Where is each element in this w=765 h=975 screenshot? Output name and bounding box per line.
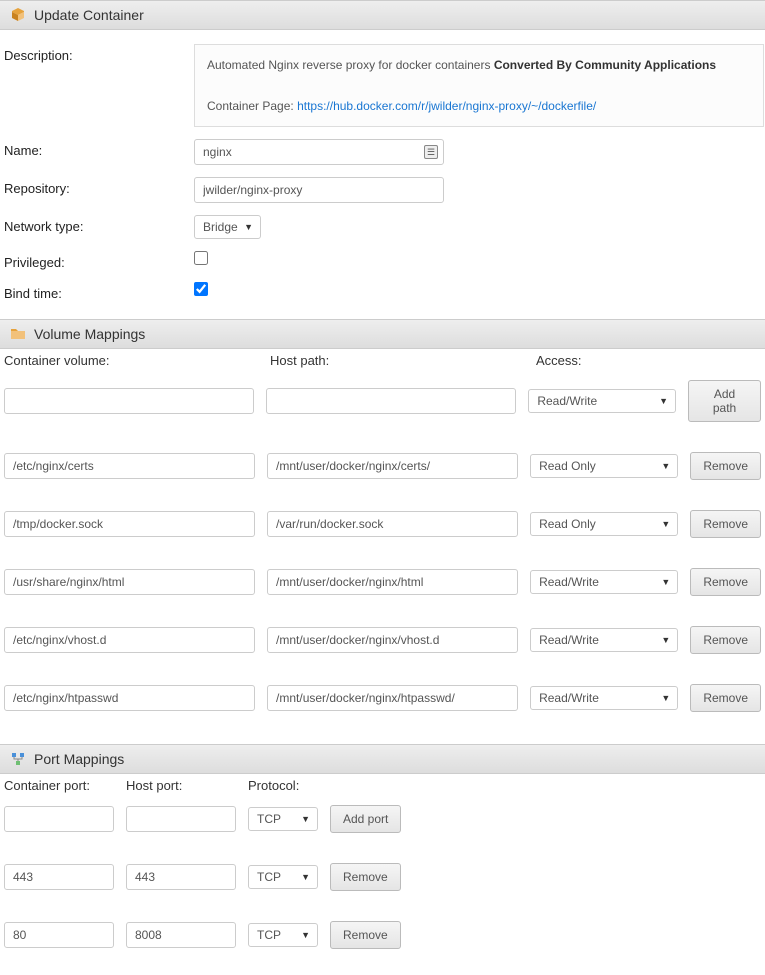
port-host-input[interactable] [126,864,236,890]
port-header-host: Host port: [126,778,236,793]
volume-row: Read/Write Remove [0,622,765,662]
remove-volume-button[interactable]: Remove [690,452,761,480]
network-icon [10,751,26,767]
volume-row: Read Only Remove [0,506,765,546]
description-box: Automated Nginx reverse proxy for docker… [194,44,764,127]
vol-host-input[interactable] [267,569,518,595]
remove-volume-button[interactable]: Remove [690,684,761,712]
contact-picker-icon[interactable]: ☰ [424,145,438,159]
remove-port-button[interactable]: Remove [330,921,401,949]
label-description: Description: [4,44,194,63]
remove-volume-button[interactable]: Remove [690,568,761,596]
vol-host-input[interactable] [267,511,518,537]
vol-host-input[interactable] [266,388,516,414]
bindtime-checkbox[interactable] [194,282,208,296]
label-privileged: Privileged: [4,251,194,270]
port-protocol-select[interactable]: TCP [248,807,318,831]
vol-host-input[interactable] [267,453,518,479]
volume-row: Read/Write Remove [0,564,765,604]
port-row: TCP Remove [0,917,765,957]
section-header-update: Update Container [0,0,765,30]
vol-access-select[interactable]: Read/Write [530,628,678,652]
vol-access-select[interactable]: Read/Write [530,686,678,710]
vol-container-input[interactable] [4,511,255,537]
label-bindtime: Bind time: [4,282,194,301]
add-path-button[interactable]: Add path [688,380,761,422]
vol-header-host: Host path: [270,353,524,368]
row-name: Name: ☰ [0,133,765,171]
volumes-headers: Container volume: Host path: Access: [0,349,765,376]
vol-container-input[interactable] [4,627,255,653]
volume-row: Read/Write Remove [0,680,765,720]
ports-headers: Container port: Host port: Protocol: [0,774,765,801]
name-input[interactable] [194,139,444,165]
volume-row: Read Only Remove [0,448,765,488]
section-header-ports: Port Mappings [0,744,765,774]
ports-title: Port Mappings [34,751,124,767]
row-description: Description: Automated Nginx reverse pro… [0,38,765,133]
port-protocol-select[interactable]: TCP [248,865,318,889]
vol-host-input[interactable] [267,627,518,653]
vol-container-input[interactable] [4,685,255,711]
port-container-input[interactable] [4,922,114,948]
folder-icon [10,326,26,342]
row-privileged: Privileged: [0,245,765,276]
label-name: Name: [4,139,194,158]
label-repository: Repository: [4,177,194,196]
container-page-label: Container Page: [207,99,297,113]
port-host-input[interactable] [126,922,236,948]
row-network: Network type: Bridge [0,209,765,245]
port-header-protocol: Protocol: [248,778,318,793]
container-page-link[interactable]: https://hub.docker.com/r/jwilder/nginx-p… [297,99,596,113]
port-row: TCP Remove [0,859,765,899]
vol-header-container: Container volume: [4,353,258,368]
vol-access-select[interactable]: Read Only [530,512,678,536]
label-network: Network type: [4,215,194,234]
vol-access-select[interactable]: Read/Write [530,570,678,594]
port-container-input[interactable] [4,806,114,832]
add-port-button[interactable]: Add port [330,805,401,833]
row-bindtime: Bind time: [0,276,765,307]
vol-access-select[interactable]: Read Only [530,454,678,478]
vol-access-select[interactable]: Read/Write [528,389,676,413]
port-protocol-select[interactable]: TCP [248,923,318,947]
vol-container-input[interactable] [4,569,255,595]
row-repository: Repository: [0,171,765,209]
vol-container-input[interactable] [4,453,255,479]
remove-volume-button[interactable]: Remove [690,626,761,654]
remove-port-button[interactable]: Remove [330,863,401,891]
volume-row-new: Read/Write Add path [0,376,765,430]
port-host-input[interactable] [126,806,236,832]
remove-volume-button[interactable]: Remove [690,510,761,538]
description-text: Automated Nginx reverse proxy for docker… [207,58,494,72]
network-select[interactable]: Bridge [194,215,261,239]
vol-host-input[interactable] [267,685,518,711]
port-container-input[interactable] [4,864,114,890]
vol-header-access: Access: [536,353,686,368]
vol-container-input[interactable] [4,388,254,414]
port-row-new: TCP Add port [0,801,765,841]
port-header-container: Container port: [4,778,114,793]
volumes-title: Volume Mappings [34,326,145,342]
section-header-volumes: Volume Mappings [0,319,765,349]
description-bold: Converted By Community Applications [494,58,716,72]
repository-input[interactable] [194,177,444,203]
box-icon [10,7,26,23]
privileged-checkbox[interactable] [194,251,208,265]
section-title: Update Container [34,7,144,23]
